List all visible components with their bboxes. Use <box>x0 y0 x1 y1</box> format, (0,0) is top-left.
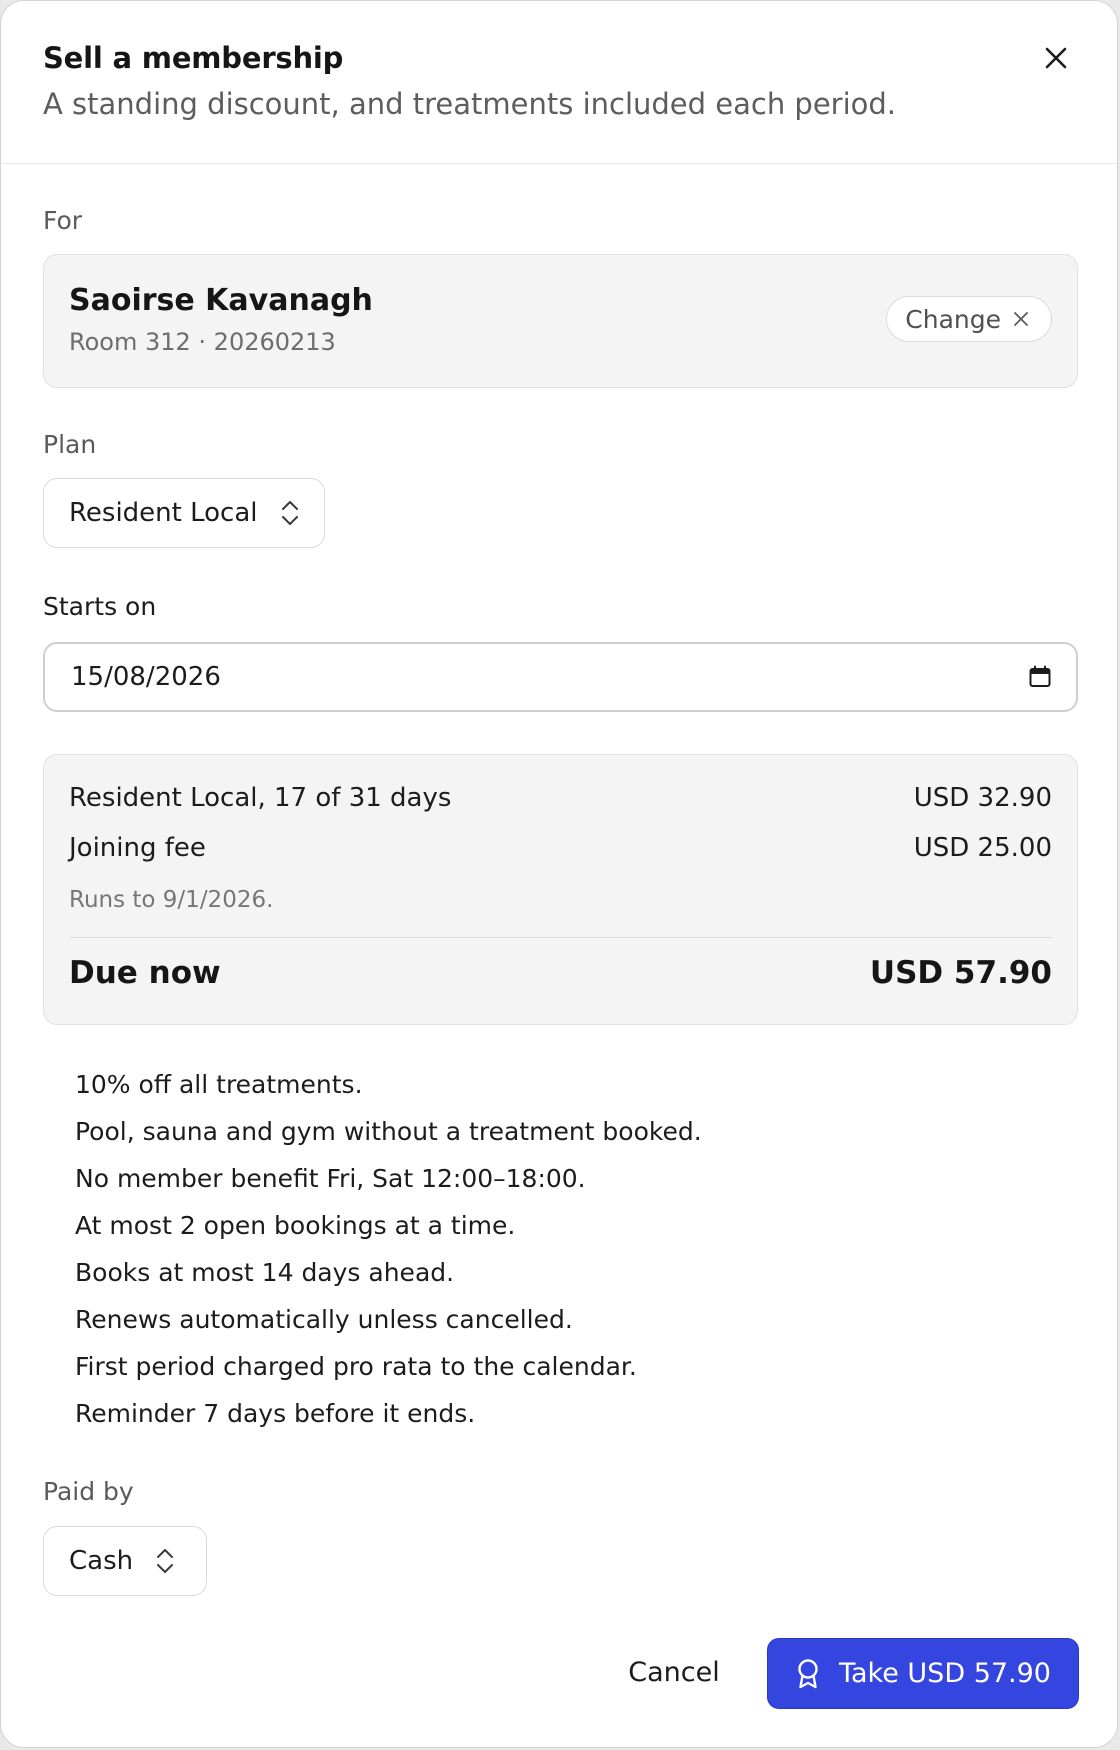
benefit-item: First period charged pro rata to the cal… <box>75 1352 637 1381</box>
summary-divider <box>69 937 1052 938</box>
take-payment-label: Take USD 57.90 <box>838 1658 1051 1689</box>
benefit-item: Renews automatically unless cancelled. <box>75 1305 573 1334</box>
customer-name: Saoirse Kavanagh <box>69 283 373 318</box>
benefit-item: At most 2 open bookings at a time. <box>75 1211 516 1240</box>
close-icon <box>1014 312 1028 326</box>
benefit-item: Books at most 14 days ahead. <box>75 1258 455 1287</box>
benefit-item: No member benefit Fri, Sat 12:00–18:00. <box>75 1164 586 1193</box>
summary-line-label: Joining fee <box>69 833 206 863</box>
plan-select[interactable]: Resident Local <box>43 478 325 548</box>
for-label: For <box>43 206 83 235</box>
benefit-item: Reminder 7 days before it ends. <box>75 1399 476 1428</box>
due-now-label: Due now <box>69 955 221 991</box>
price-summary-card: Resident Local, 17 of 31 days USD 32.90 … <box>43 754 1078 1025</box>
dialog-subtitle: A standing discount, and treatments incl… <box>43 87 897 121</box>
customer-meta: Room 312 · 20260213 <box>69 328 336 356</box>
runs-until-note: Runs to 9/1/2026. <box>69 887 274 913</box>
plan-selected-value: Resident Local <box>69 498 258 528</box>
summary-line-label: Resident Local, 17 of 31 days <box>69 783 452 813</box>
cancel-button[interactable]: Cancel <box>621 1637 727 1707</box>
award-ribbon-icon <box>798 1658 818 1688</box>
paid-by-label: Paid by <box>43 1477 134 1506</box>
change-label: Change <box>905 304 1001 334</box>
summary-line: Joining fee USD 25.00 <box>69 833 1052 863</box>
chevron-up-down-icon <box>281 501 298 525</box>
benefit-item: Pool, sauna and gym without a treatment … <box>75 1117 702 1146</box>
start-date-input[interactable]: 15/08/2026 <box>43 642 1078 712</box>
due-now-row: Due now USD 57.90 <box>69 955 1052 991</box>
due-now-amount: USD 57.90 <box>869 955 1052 991</box>
summary-line-amount: USD 25.00 <box>913 833 1052 863</box>
customer-card: Saoirse Kavanagh Room 312 · 20260213 Cha… <box>43 254 1078 388</box>
dialog-header: Sell a membership A standing discount, a… <box>1 1 1117 164</box>
calendar-icon[interactable] <box>1028 665 1052 689</box>
sell-membership-dialog: Sell a membership A standing discount, a… <box>0 0 1118 1748</box>
take-payment-button[interactable]: Take USD 57.90 <box>767 1638 1079 1709</box>
summary-line-amount: USD 32.90 <box>913 783 1052 813</box>
start-date-value: 15/08/2026 <box>71 662 221 692</box>
membership-benefits-list: 10% off all treatments. Pool, sauna and … <box>75 1065 702 1441</box>
change-customer-button[interactable]: Change <box>886 296 1052 342</box>
plan-label: Plan <box>43 430 97 459</box>
starts-on-label: Starts on <box>43 592 157 621</box>
payment-selected-value: Cash <box>69 1546 134 1576</box>
payment-method-select[interactable]: Cash <box>43 1526 207 1596</box>
close-icon <box>1045 47 1067 69</box>
dialog-title: Sell a membership <box>43 41 344 75</box>
benefit-item: 10% off all treatments. <box>75 1070 363 1099</box>
summary-line: Resident Local, 17 of 31 days USD 32.90 <box>69 783 1052 813</box>
chevron-up-down-icon <box>157 1549 174 1573</box>
close-button[interactable] <box>1043 45 1069 71</box>
